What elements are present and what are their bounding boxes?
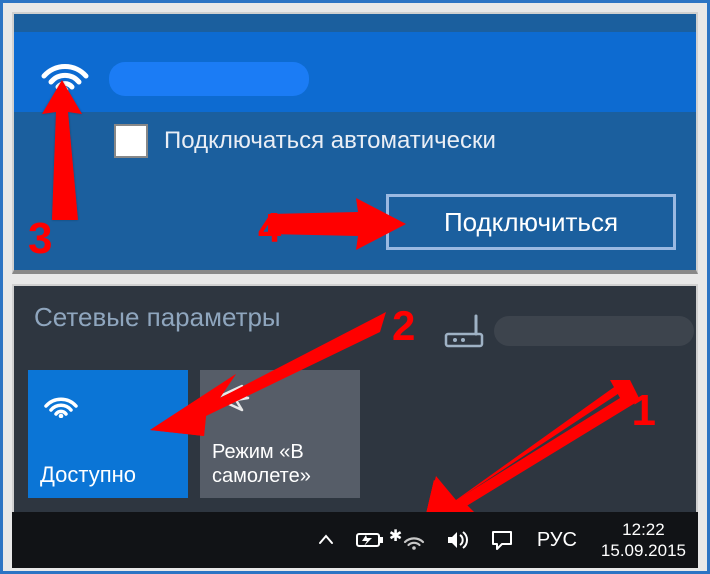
auto-connect-label: Подключаться автоматически (164, 127, 496, 155)
connect-button[interactable]: Подключиться (386, 194, 676, 250)
show-hidden-icons[interactable] (311, 530, 341, 550)
auto-connect-row[interactable]: Подключаться автоматически (114, 124, 496, 158)
taskbar-date: 15.09.2015 (601, 540, 686, 561)
taskbar-clock[interactable]: 12:22 15.09.2015 (597, 519, 690, 562)
wifi-network-entry[interactable] (14, 32, 696, 112)
airplane-tile-label: Режим «В самолете» (212, 440, 348, 488)
airplane-mode-tile[interactable]: Режим «В самолете» (200, 370, 360, 498)
annotation-number-2: 2 (392, 302, 415, 350)
wifi-icon (34, 40, 96, 97)
annotation-number-1: 1 (632, 386, 656, 436)
router-icon (442, 312, 486, 355)
action-center-icon[interactable] (487, 529, 517, 551)
network-settings-title: Сетевые параметры (34, 302, 281, 333)
wifi-icon (40, 384, 176, 423)
router-name-redacted (494, 316, 694, 346)
language-indicator[interactable]: РУС (537, 529, 577, 552)
wifi-tile-label: Доступно (40, 462, 176, 488)
taskbar: ✱ РУС 12:22 15.09.2015 (12, 512, 698, 568)
auto-connect-checkbox[interactable] (114, 124, 148, 158)
wifi-tile[interactable]: Доступно (28, 370, 188, 498)
volume-icon[interactable] (443, 529, 473, 551)
network-name-redacted (109, 62, 309, 96)
annotation-number-4: 4 (258, 204, 281, 252)
network-settings-panel: Сетевые параметры Доступно (12, 284, 698, 514)
connect-button-label: Подключиться (444, 207, 618, 238)
wifi-available-star-icon: ✱ (389, 526, 402, 546)
network-tray-icon[interactable]: ✱ (399, 530, 429, 550)
airplane-icon (212, 380, 348, 421)
annotation-number-3: 3 (28, 214, 52, 264)
battery-icon[interactable] (355, 531, 385, 549)
wifi-flyout-panel: Подключаться автоматически Подключиться … (12, 12, 698, 274)
taskbar-time: 12:22 (601, 519, 686, 540)
